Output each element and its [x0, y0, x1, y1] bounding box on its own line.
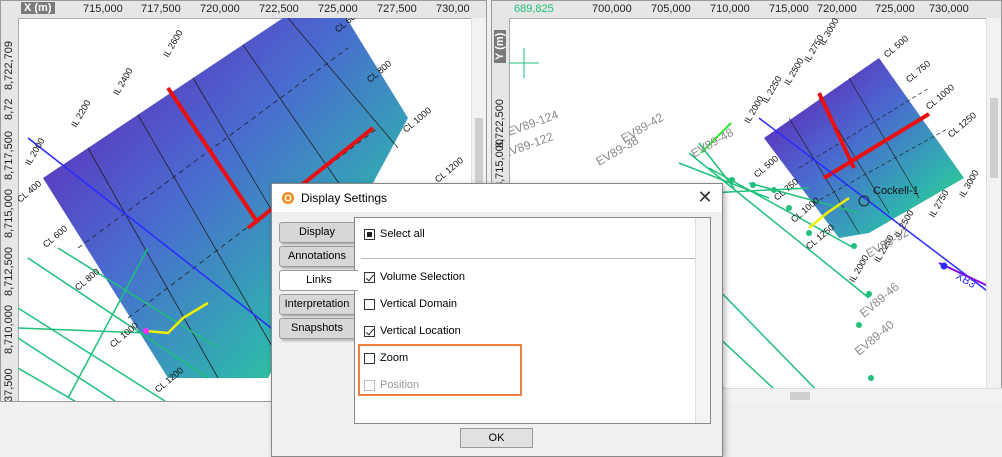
x-axis-ruler: 689,825 700,000 705,000 710,000 715,000 …	[492, 1, 1001, 19]
line-label: IL 2000	[23, 136, 47, 167]
x-tick-label: 715,000	[769, 3, 809, 15]
display-settings-dialog: Display Settings ✕ Display Annotations L…	[271, 183, 723, 457]
y-tick-label: 8,717,500	[3, 131, 15, 180]
close-icon[interactable]: ✕	[696, 188, 714, 207]
checkbox-label: Position	[380, 379, 420, 391]
y-axis-ruler: 8,722,709 8,72 8,717,500 8,715,000 8,712…	[1, 18, 19, 401]
survey-label: EV89-38	[594, 133, 642, 169]
dialog-title: Display Settings	[301, 191, 388, 205]
x-tick-label: 730,000	[929, 3, 969, 15]
dialog-titlebar[interactable]: Display Settings ✕	[272, 184, 722, 212]
volume-selection-checkbox[interactable]: Volume Selection	[364, 271, 465, 283]
ok-button[interactable]: OK	[460, 428, 533, 448]
x-tick-label: 715,000	[83, 3, 123, 15]
line-label: IL 2500	[782, 56, 806, 87]
line-label: CL 1000	[924, 82, 956, 111]
select-all-checkbox[interactable]: Select all	[364, 228, 425, 240]
tab-display[interactable]: Display	[279, 222, 355, 243]
position-checkbox: Position	[364, 379, 419, 391]
x-tick-label: 730,00	[436, 3, 470, 15]
crosshair-icon	[509, 48, 539, 78]
line-label: IL 2000	[847, 253, 871, 284]
line-label: CL 800	[73, 266, 101, 292]
separator	[361, 258, 704, 259]
line-label: CL 500	[882, 33, 910, 59]
panel-scrollbar[interactable]	[695, 218, 710, 423]
tab-interpretation[interactable]: Interpretation	[279, 294, 355, 315]
x-tick-label: 700,000	[592, 3, 632, 15]
x-tick-label: 705,000	[651, 3, 691, 15]
x-tick-label: 725,000	[875, 3, 915, 15]
y-tick-label: 8,72	[3, 98, 15, 120]
line-label: IL 3000	[957, 168, 981, 199]
line-label: CL 1000	[108, 320, 140, 349]
line-label: CL 400	[18, 178, 43, 204]
tab-links[interactable]: Links	[279, 270, 358, 291]
line-label: IL 2400	[111, 66, 135, 97]
survey-label: EV89-46	[857, 279, 902, 320]
x-axis-ruler: X (m) 715,000 717,500 720,000 722,500 72…	[1, 1, 486, 19]
vertical-location-checkbox[interactable]: Vertical Location	[364, 325, 461, 337]
checkbox-label: Vertical Location	[380, 325, 461, 337]
well-label: Cockell-1	[873, 185, 919, 197]
x-tick-label: 710,000	[710, 3, 750, 15]
y-tick-label: 8,715,000	[3, 189, 15, 238]
line-label: IL 2600	[161, 28, 185, 59]
x-tick-label: 720,000	[200, 3, 240, 15]
x-tick-label: 720,000	[817, 3, 857, 15]
checkbox-label: Vertical Domain	[380, 298, 458, 310]
app-logo-icon	[282, 192, 294, 204]
y-tick-label: 8,710,000	[3, 305, 15, 354]
checkbox-box	[364, 379, 375, 391]
line-label: CL 500	[752, 153, 780, 179]
x-axis-name: X (m)	[21, 2, 55, 14]
line-label: IL 2200	[69, 98, 93, 129]
checkbox-label: Select all	[380, 228, 425, 240]
checkbox-box[interactable]	[364, 325, 375, 337]
line-label: CL 750	[904, 58, 932, 84]
checkbox-box[interactable]	[364, 298, 375, 310]
x-tick-label: 689,825	[514, 3, 554, 15]
checkbox-label: Zoom	[380, 352, 409, 364]
survey-label: EV89-48	[689, 125, 737, 161]
y-tick-label: 37,500	[3, 368, 15, 402]
x-tick-label: 722,500	[259, 3, 299, 15]
right-vertical-scrollbar[interactable]	[986, 18, 1001, 401]
vertical-domain-checkbox[interactable]: Vertical Domain	[364, 298, 457, 310]
zoom-checkbox[interactable]: Zoom	[364, 352, 408, 364]
tab-annotations[interactable]: Annotations	[279, 246, 355, 267]
y-tick-label: 8,722,709	[3, 41, 15, 90]
y-tick-label: 8,715,000	[494, 139, 506, 188]
tab-snapshots[interactable]: Snapshots	[279, 318, 355, 339]
line-label: IL 2750	[802, 33, 826, 64]
line-label: CL 1250	[804, 222, 836, 251]
line-label: CL 1250	[946, 110, 978, 139]
y-axis-name: Y (m)	[494, 29, 506, 63]
x-tick-label: 727,500	[377, 3, 417, 15]
y-tick-label: 8,712,500	[3, 247, 15, 296]
x-tick-label: 725,000	[318, 3, 358, 15]
checkbox-box[interactable]	[364, 271, 375, 283]
checkbox-label: Volume Selection	[380, 271, 465, 283]
line-label: CL 1200	[433, 155, 465, 184]
x-tick-label: 717,500	[141, 3, 181, 15]
checkbox-box[interactable]	[364, 352, 375, 364]
links-panel: Select all Volume Selection Vertical Dom…	[354, 217, 711, 424]
checkbox-box[interactable]	[364, 228, 375, 240]
well-tag: XB3	[954, 270, 978, 291]
line-label: CL 600	[41, 223, 69, 249]
